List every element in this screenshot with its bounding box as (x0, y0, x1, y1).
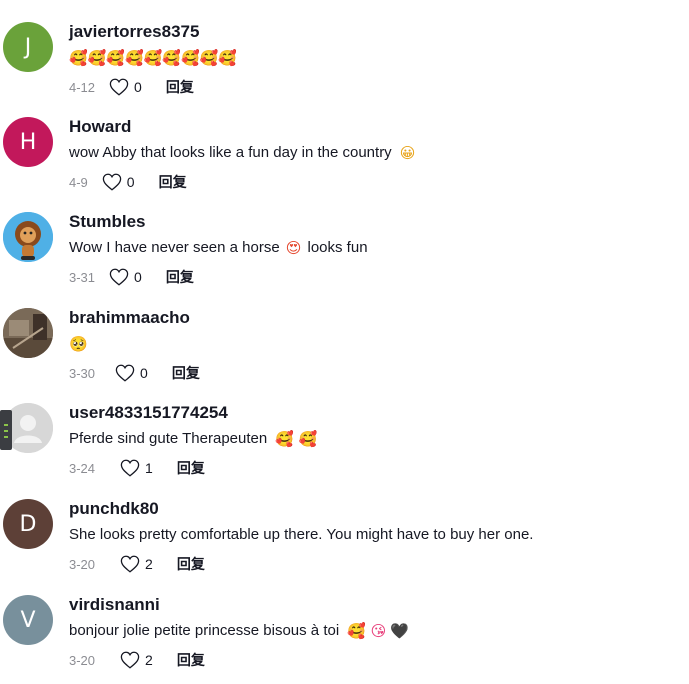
comment-meta: 3-24 1 回复 (69, 457, 679, 479)
like-button[interactable]: 0 (102, 173, 135, 191)
avatar[interactable] (3, 308, 53, 358)
comment-item: user4833151774254 Pferde sind gute Thera… (0, 403, 689, 499)
comment-meta: 3-30 0 回复 (69, 362, 679, 384)
like-count: 2 (145, 556, 153, 572)
comment-date: 3-24 (69, 460, 96, 476)
like-button[interactable]: 0 (109, 78, 142, 96)
comment-meta: 4-9 0 回复 (69, 171, 679, 193)
reply-button[interactable]: 回复 (166, 77, 194, 97)
comment-meta: 3-31 0 回复 (69, 266, 679, 288)
like-button[interactable]: 0 (115, 364, 148, 382)
heart-outline-icon (120, 459, 140, 477)
emoji: 🥰 😘 (347, 622, 387, 640)
reply-button[interactable]: 回复 (159, 172, 187, 192)
black-heart-emoji: 🖤 (390, 622, 409, 640)
avatar[interactable]: H (3, 117, 53, 167)
comment-text: wow Abby that looks like a fun day in th… (69, 141, 679, 165)
comment-date: 4-9 (69, 174, 88, 190)
avatar[interactable]: V (3, 595, 53, 645)
heart-outline-icon (120, 651, 140, 669)
heart-outline-icon (102, 173, 122, 191)
edge-widget-tab[interactable] (0, 410, 12, 450)
like-count: 2 (145, 652, 153, 668)
comment-date: 3-20 (69, 652, 96, 668)
emoji: 🥰 🥰 (275, 430, 318, 448)
comment-username[interactable]: virdisnanni (69, 595, 679, 617)
heart-outline-icon (109, 268, 129, 286)
emoji: 😍 (285, 239, 302, 257)
comment-username[interactable]: javiertorres8375 (69, 22, 679, 44)
like-button[interactable]: 0 (109, 268, 142, 286)
like-count: 0 (126, 174, 135, 190)
comment-text-content: Pferde sind gute Therapeuten (69, 430, 268, 447)
like-count: 0 (140, 365, 148, 381)
comment-item: Stumbles Wow I have never seen a horse 😍… (0, 212, 689, 308)
emoji: 🥺 (69, 335, 88, 353)
comment-username[interactable]: brahimmaacho (69, 308, 679, 330)
comment-date: 3-30 (69, 365, 96, 381)
comment-text-content-after: looks fun (303, 239, 368, 256)
edge-widget-indicator (4, 436, 8, 438)
comment-text-content: She looks pretty comfortable up there. Y… (69, 526, 534, 543)
comment-item: J javiertorres8375 🥰🥰🥰🥰🥰🥰🥰🥰🥰 4-12 0 回复 (0, 22, 689, 118)
emoji: 😀 (399, 144, 416, 162)
comment-text: Pferde sind gute Therapeuten 🥰 🥰 (69, 427, 679, 451)
comment-username[interactable]: user4833151774254 (69, 403, 679, 425)
comment-text: She looks pretty comfortable up there. Y… (69, 523, 679, 547)
heart-outline-icon (120, 555, 140, 573)
like-count: 0 (134, 79, 142, 95)
comment-date: 3-31 (69, 269, 96, 285)
lion-character-avatar-image (3, 212, 53, 262)
avatar[interactable] (3, 212, 53, 262)
comment-text-content: bonjour jolie petite princesse bisous à … (69, 622, 340, 639)
avatar-letter: H (19, 129, 37, 155)
like-button[interactable]: 2 (120, 555, 153, 573)
like-count: 0 (134, 269, 142, 285)
photo-avatar-image (3, 308, 53, 358)
edge-widget-indicator (4, 424, 8, 426)
reply-button[interactable]: 回复 (177, 650, 205, 670)
comment-text: 🥰🥰🥰🥰🥰🥰🥰🥰🥰 (69, 46, 679, 70)
emoji: 🥰🥰🥰🥰🥰🥰🥰🥰🥰 (69, 49, 238, 67)
comment-text: 🥺 (69, 332, 679, 356)
edge-widget-indicator (4, 430, 8, 432)
reply-button[interactable]: 回复 (177, 554, 205, 574)
comment-date: 4-12 (69, 79, 96, 95)
avatar[interactable]: D (3, 499, 53, 549)
comment-text: Wow I have never seen a horse 😍 looks fu… (69, 236, 679, 260)
comment-username[interactable]: Stumbles (69, 212, 679, 234)
avatar-letter: D (19, 511, 37, 537)
comment-date: 3-20 (69, 556, 96, 572)
avatar-letter: J (24, 34, 32, 60)
comment-item: V virdisnanni bonjour jolie petite princ… (0, 595, 689, 684)
comment-meta: 3-20 2 回复 (69, 649, 679, 671)
like-button[interactable]: 2 (120, 651, 153, 669)
comment-item: brahimmaacho 🥺 3-30 0 回复 (0, 308, 689, 404)
heart-outline-icon (115, 364, 135, 382)
comment-item: H Howard wow Abby that looks like a fun … (0, 117, 689, 213)
comment-text-content: Wow I have never seen a horse (69, 239, 280, 256)
reply-button[interactable]: 回复 (172, 363, 200, 383)
avatar-letter: V (20, 607, 36, 633)
reply-button[interactable]: 回复 (177, 458, 205, 478)
comment-text: bonjour jolie petite princesse bisous à … (69, 619, 679, 643)
like-button[interactable]: 1 (120, 459, 153, 477)
comment-meta: 3-20 2 回复 (69, 553, 679, 575)
comment-username[interactable]: Howard (69, 117, 679, 139)
comment-username[interactable]: punchdk80 (69, 499, 679, 521)
avatar[interactable]: J (3, 22, 53, 72)
comment-meta: 4-12 0 回复 (69, 76, 679, 98)
heart-outline-icon (109, 78, 129, 96)
comment-text-content: wow Abby that looks like a fun day in th… (69, 144, 392, 161)
reply-button[interactable]: 回复 (166, 267, 194, 287)
like-count: 1 (145, 460, 153, 476)
comment-item: D punchdk80 She looks pretty comfortable… (0, 499, 689, 595)
